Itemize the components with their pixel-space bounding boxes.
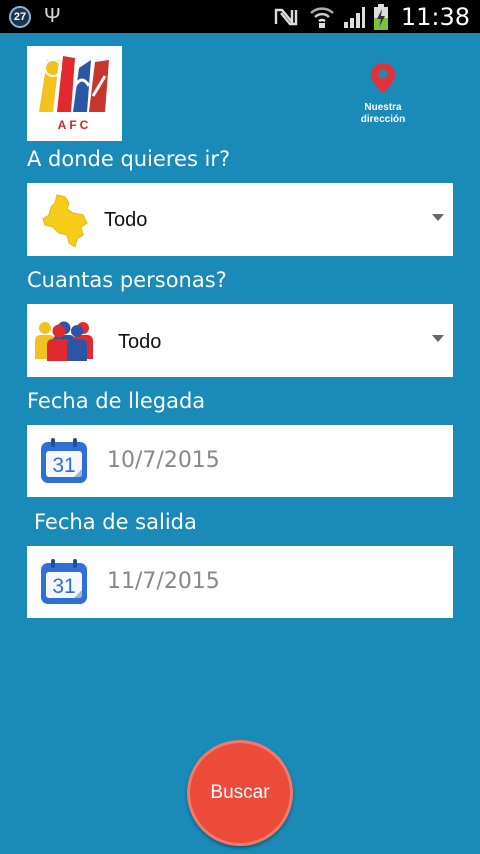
guests-dropdown[interactable]: Todo <box>27 304 453 377</box>
address-label-line2: dirección <box>360 114 406 125</box>
arrival-date-field[interactable]: 31 10/7/2015 <box>27 425 453 497</box>
arrival-label: Fecha de llegada <box>27 389 206 413</box>
destination-value: Todo <box>104 209 148 231</box>
colombia-map-icon <box>42 194 88 248</box>
wifi-icon <box>309 6 334 28</box>
notification-count-badge: 27 <box>9 6 31 28</box>
location-pin-icon <box>371 63 395 93</box>
logo-graphic <box>39 56 109 112</box>
logo-text: AFC <box>57 118 92 132</box>
departure-calendar-day: 31 <box>52 575 75 598</box>
app-logo: AFC <box>27 46 122 141</box>
signal-icon <box>343 6 365 28</box>
usb-icon: Ψ <box>44 5 61 27</box>
status-bar: 27 Ψ 11:38 <box>0 0 480 33</box>
search-button[interactable]: Buscar <box>187 740 293 846</box>
calendar-icon: 31 <box>41 438 87 483</box>
arrival-calendar-day: 31 <box>52 454 75 477</box>
clock: 11:38 <box>400 2 470 31</box>
chevron-down-icon <box>432 335 444 342</box>
destination-label: A donde quieres ir? <box>27 147 231 171</box>
chevron-down-icon <box>432 214 444 221</box>
departure-date-value: 11/7/2015 <box>107 569 220 594</box>
guests-label: Cuantas personas? <box>27 268 227 292</box>
status-icons: 11:38 <box>273 0 470 33</box>
departure-label: Fecha de salida <box>34 510 197 534</box>
people-icon <box>35 321 93 361</box>
departure-date-field[interactable]: 31 11/7/2015 <box>27 546 453 618</box>
calendar-icon: 31 <box>41 559 87 604</box>
address-label-line1: Nuestra <box>364 102 402 113</box>
battery-charging-icon <box>373 3 388 30</box>
nfc-icon <box>274 8 298 25</box>
destination-dropdown[interactable]: Todo <box>27 183 453 256</box>
guests-value: Todo <box>118 331 162 353</box>
our-address-button[interactable]: Nuestra dirección <box>350 62 416 126</box>
arrival-date-value: 10/7/2015 <box>107 448 220 473</box>
